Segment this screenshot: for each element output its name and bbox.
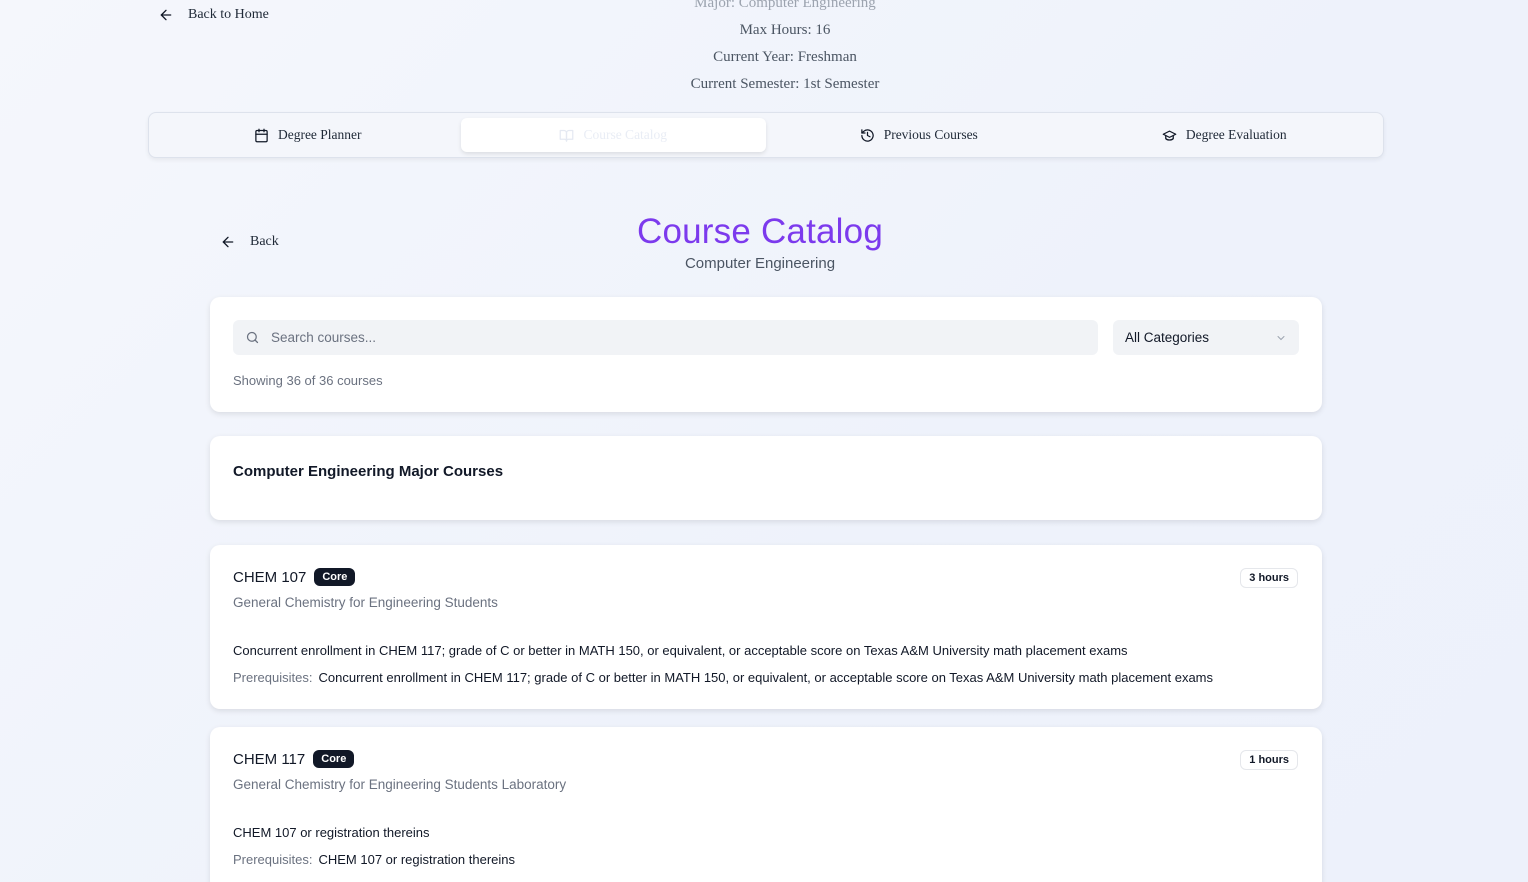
tab-degree-evaluation-label: Degree Evaluation [1185,127,1287,142]
tab-course-catalog-label: Course Catalog [583,127,668,142]
hours-badge: 3 hours [1240,568,1298,588]
search-input[interactable] [271,330,1071,345]
course-card[interactable]: CHEM 117 Core 1 hours General Chemistry … [210,727,1322,882]
tab-previous-courses-label: Previous Courses [883,127,978,142]
tab-degree-evaluation[interactable]: Degree Evaluation [1072,118,1378,152]
tab-degree-planner-label: Degree Planner [277,127,362,142]
page-subtitle: Computer Engineering [684,255,836,272]
current-semester-text: Current Semester: 1st Semester [690,76,880,92]
max-hours-text: Max Hours: 16 [739,22,831,38]
section-header-card: Computer Engineering Major Courses [210,436,1322,520]
graduation-cap-icon [1162,130,1177,141]
hours-badge: 1 hours [1240,750,1298,770]
course-card[interactable]: CHEM 107 Core 3 hours General Chemistry … [210,545,1322,709]
book-open-icon [560,129,574,142]
major-text: Major: Computer Engineering [694,0,876,11]
course-name: General Chemistry for Engineering Studen… [233,595,498,610]
student-info: Major: Computer Engineering Max Hours: 1… [0,0,1528,98]
core-badge: Core [314,568,356,586]
course-description: CHEM 107 or registration thereins [233,825,430,840]
search-icon [246,331,259,344]
search-box[interactable] [233,320,1098,355]
history-icon [860,128,874,142]
course-prerequisites: Prerequisites: Concurrent enrollment in C… [233,670,1213,685]
course-description: Concurrent enrollment in CHEM 117; grade… [233,643,1128,658]
prerequisites-value: Concurrent enrollment in CHEM 117; grade… [318,670,1214,685]
prerequisites-value: CHEM 107 or registration thereins [318,852,516,867]
chevron-down-icon [1277,335,1285,340]
current-year-text: Current Year: Freshman [713,49,857,65]
page-title: Course Catalog [637,212,883,251]
tab-course-catalog[interactable]: Course Catalog [460,118,766,152]
section-title: Computer Engineering Major Courses [233,463,504,480]
prerequisites-label: Prerequisites: [233,852,313,867]
page: Back to Home Major: Computer Engineering… [0,0,1528,882]
search-card: All Categories Showing 36 of 36 courses [210,297,1322,412]
results-count: Showing 36 of 36 courses [233,373,383,388]
course-header: CHEM 117 Core [233,750,355,768]
tab-degree-planner[interactable]: Degree Planner [155,118,461,152]
course-prerequisites: Prerequisites: CHEM 107 or registration t… [233,852,515,867]
main-tab-bar: Degree Planner Course Catalog Previous C… [148,112,1384,158]
calendar-icon [255,128,268,142]
course-header: CHEM 107 Core [233,568,356,586]
category-select[interactable]: All Categories [1113,320,1299,355]
course-name: General Chemistry for Engineering Studen… [233,777,567,792]
prerequisites-label: Prerequisites: [233,670,313,685]
tab-previous-courses[interactable]: Previous Courses [766,118,1072,152]
course-code: CHEM 107 [233,568,307,586]
core-badge: Core [313,750,355,768]
course-code: CHEM 117 [233,750,306,768]
category-selected-value: All Categories [1125,330,1210,345]
